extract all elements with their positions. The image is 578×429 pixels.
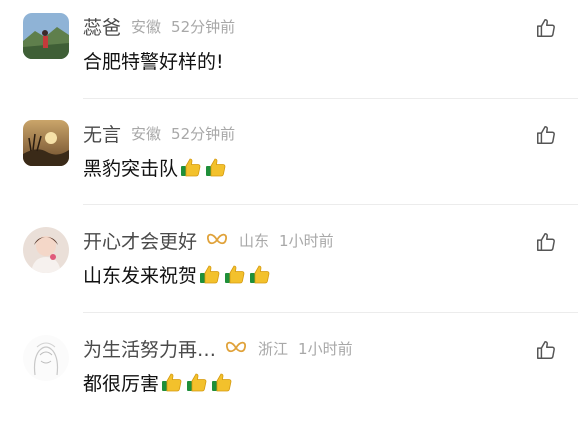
comment-text-content: 合肥特警好样的!	[83, 50, 224, 73]
like-button[interactable]	[534, 340, 558, 364]
avatar[interactable]	[23, 13, 69, 59]
comment-time: 1小时前	[298, 339, 353, 358]
comment-meta: 为生活努力再… 浙江 1小时前	[83, 334, 353, 362]
avatar[interactable]	[23, 120, 69, 166]
thumbs-up-outline-icon	[535, 231, 557, 257]
comment-meta: 无言 安徽 52分钟前	[83, 119, 235, 147]
divider	[83, 204, 578, 205]
comment-text-content: 都很厉害	[83, 372, 160, 395]
thumbs-up-emoji	[198, 262, 222, 286]
thumbs-up-outline-icon	[535, 124, 557, 150]
thumbs-up-emoji	[185, 370, 209, 394]
comment-text: 黑豹突击队	[83, 153, 228, 181]
thumbs-up-emoji	[179, 155, 203, 179]
comment-text-content: 黑豹突击队	[83, 157, 179, 180]
comment-meta: 蕊爸 安徽 52分钟前	[83, 12, 235, 40]
thumbs-up-emoji	[204, 155, 228, 179]
comment-text: 都很厉害	[83, 368, 234, 396]
comment-time: 1小时前	[279, 231, 334, 250]
comment-item: 蕊爸 安徽 52分钟前 合肥特警好样的!	[0, 0, 578, 107]
comment-item: 开心才会更好 山东 1小时前 山东发来祝贺	[0, 214, 578, 321]
like-button[interactable]	[534, 232, 558, 256]
comment-item: 无言 安徽 52分钟前 黑豹突击队	[0, 107, 578, 214]
like-button[interactable]	[534, 125, 558, 149]
author-name[interactable]: 无言	[83, 120, 121, 147]
author-name[interactable]: 蕊爸	[83, 13, 121, 40]
gold-ribbon-badge-icon	[224, 339, 248, 357]
thumbs-up-outline-icon	[535, 17, 557, 43]
avatar[interactable]	[23, 227, 69, 273]
divider	[83, 98, 578, 99]
thumbs-up-emoji	[223, 262, 247, 286]
comment-meta: 开心才会更好 山东 1小时前	[83, 226, 334, 254]
thumbs-up-emoji	[210, 370, 234, 394]
author-name[interactable]: 开心才会更好	[83, 227, 197, 254]
divider	[83, 312, 578, 313]
like-button[interactable]	[534, 18, 558, 42]
comment-item: 为生活努力再… 浙江 1小时前 都很厉害	[0, 322, 578, 429]
author-location: 山东	[239, 231, 270, 250]
author-location: 安徽	[131, 17, 162, 36]
comment-text: 合肥特警好样的!	[83, 46, 224, 74]
thumbs-up-outline-icon	[535, 339, 557, 365]
thumbs-up-emoji	[160, 370, 184, 394]
comment-text-content: 山东发来祝贺	[83, 264, 198, 287]
author-location: 浙江	[258, 339, 289, 358]
author-name[interactable]: 为生活努力再…	[83, 335, 216, 362]
thumbs-up-emoji	[248, 262, 272, 286]
comment-time: 52分钟前	[171, 124, 236, 143]
comment-time: 52分钟前	[171, 17, 236, 36]
comment-list: 蕊爸 安徽 52分钟前 合肥特警好样的! 无言 安徽 52分钟前 黑豹突击队 开…	[0, 0, 578, 407]
comment-text: 山东发来祝贺	[83, 260, 272, 288]
gold-ribbon-badge-icon	[205, 231, 229, 249]
author-location: 安徽	[131, 124, 162, 143]
avatar[interactable]	[23, 335, 69, 381]
